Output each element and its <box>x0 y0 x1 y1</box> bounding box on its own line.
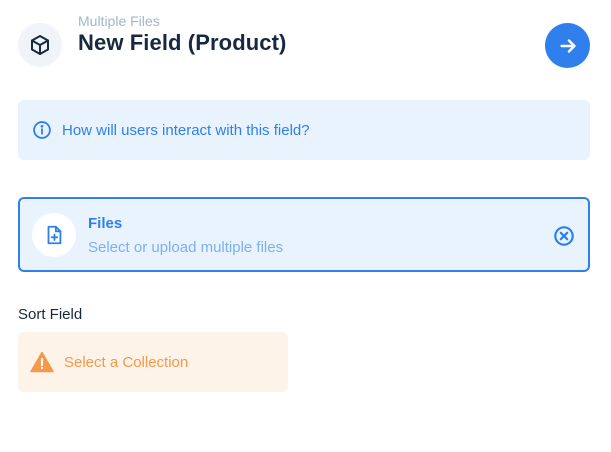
interface-option-files[interactable]: Files Select or upload multiple files <box>18 197 590 272</box>
arrow-right-icon <box>559 38 576 53</box>
sort-field-label: Sort Field <box>18 306 83 323</box>
header-box-icon <box>18 23 62 67</box>
header-subtitle: Multiple Files <box>78 13 160 29</box>
interface-option-description: Select or upload multiple files <box>88 239 284 256</box>
field-setup-page: Multiple Files New Field (Product) How w… <box>0 0 611 452</box>
file-add-icon <box>47 225 62 245</box>
sort-field-warning: Select a Collection <box>18 332 288 392</box>
page-title: New Field (Product) <box>78 30 287 55</box>
next-button[interactable] <box>545 23 590 68</box>
warning-icon <box>30 351 54 373</box>
interface-option-title: Files <box>88 215 123 232</box>
box-icon <box>31 35 49 55</box>
close-circle-icon <box>554 226 574 246</box>
sort-warning-text: Select a Collection <box>64 353 189 371</box>
deselect-button[interactable] <box>552 224 576 248</box>
interaction-notice: How will users interact with this field? <box>18 100 590 160</box>
notice-text: How will users interact with this field? <box>62 121 310 139</box>
info-icon <box>33 121 51 139</box>
file-card-icon-circle <box>32 213 76 257</box>
